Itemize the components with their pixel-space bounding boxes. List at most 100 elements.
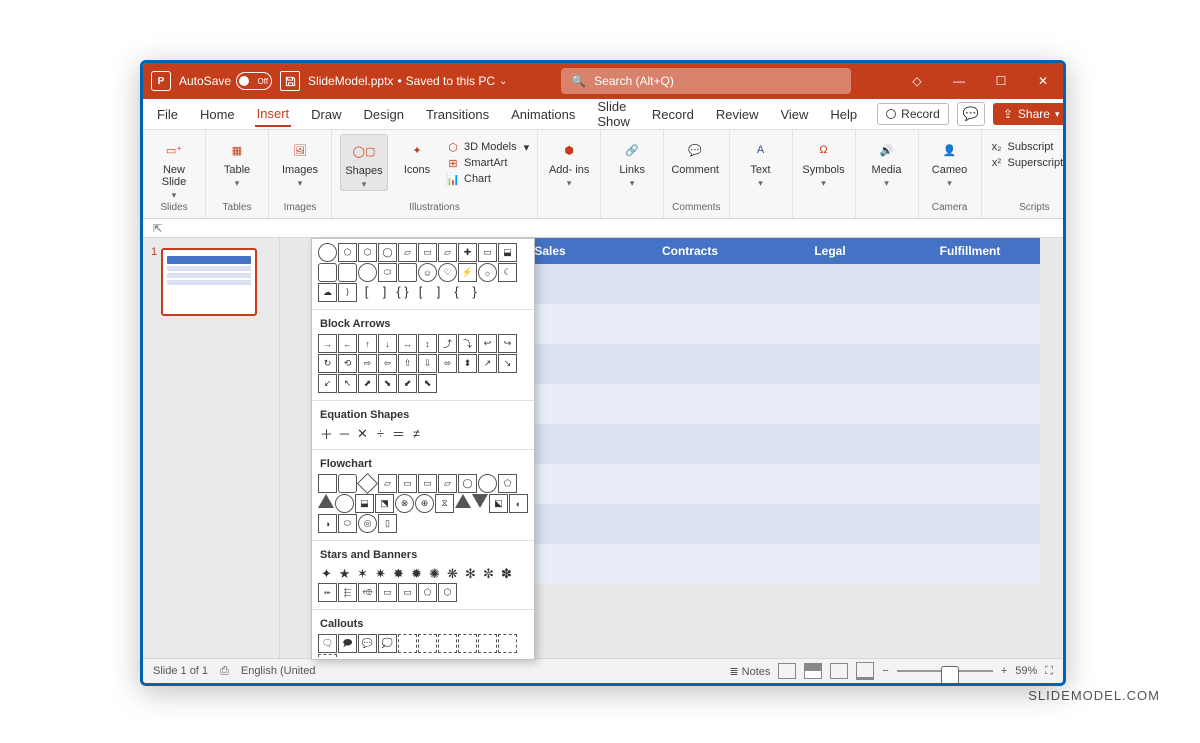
shape-item[interactable]: ✼ — [480, 565, 497, 582]
shape-item[interactable]: ♡ — [438, 263, 457, 282]
shape-item[interactable]: ÷ — [372, 425, 389, 442]
comments-button[interactable]: 💬 — [957, 102, 985, 126]
share-button[interactable]: ⇪Share▾ — [993, 103, 1066, 125]
comment-button[interactable]: 💬Comment — [672, 134, 718, 176]
tab-draw[interactable]: Draw — [309, 103, 343, 126]
shape-item[interactable]: ⬠ — [418, 583, 437, 602]
close-button[interactable]: ✕ — [1031, 69, 1055, 93]
shape-item[interactable] — [438, 634, 457, 653]
addins-button[interactable]: ⬢Add- ins▾ — [546, 134, 592, 189]
shape-item[interactable]: { — [448, 283, 465, 300]
3d-models-button[interactable]: ⬡3D Models ▾ — [446, 140, 529, 154]
shape-item[interactable] — [318, 263, 337, 282]
shape-item[interactable]: ▭ — [398, 474, 417, 493]
ribbon-display-icon[interactable]: ◇ — [905, 69, 929, 93]
shape-item[interactable]: ▭ — [418, 474, 437, 493]
record-button[interactable]: Record — [877, 103, 949, 125]
tab-record[interactable]: Record — [650, 103, 696, 126]
shape-item[interactable]: ⟲ — [338, 354, 357, 373]
shape-item[interactable]: ◯ — [378, 243, 397, 262]
shape-item[interactable]: ↑ — [358, 334, 377, 353]
shape-item[interactable]: ⬔ — [375, 494, 394, 513]
shape-item[interactable] — [498, 634, 517, 653]
shape-item[interactable]: ▭ — [398, 583, 417, 602]
shape-item[interactable]: ⬓ — [355, 494, 374, 513]
shape-item[interactable]: ＋ — [318, 425, 335, 442]
collapse-ribbon-icon[interactable]: ⇱ — [153, 222, 162, 235]
shape-item[interactable]: ↙ — [318, 374, 337, 393]
tab-help[interactable]: Help — [828, 103, 859, 126]
shape-item[interactable]: ⤴ — [438, 334, 457, 353]
shape-item[interactable] — [335, 494, 354, 513]
tab-animations[interactable]: Animations — [509, 103, 577, 126]
shape-item[interactable]: ↗ — [478, 354, 497, 373]
shape-item[interactable]: ✸ — [390, 565, 407, 582]
cameo-button[interactable]: 👤Cameo▾ — [927, 134, 973, 189]
tab-home[interactable]: Home — [198, 103, 237, 126]
search-input[interactable]: 🔍 Search (Alt+Q) — [561, 68, 851, 94]
shape-item[interactable] — [418, 634, 437, 653]
shape-item[interactable]: ★ — [336, 565, 353, 582]
shape-item[interactable]: ☁ — [318, 283, 337, 302]
shape-item[interactable]: ◯ — [458, 474, 477, 493]
shape-item[interactable]: 💭 — [378, 634, 397, 653]
shape-item[interactable]: ↓ — [378, 334, 397, 353]
shape-item[interactable]: ✹ — [408, 565, 425, 582]
shape-item[interactable]: ⬄ — [438, 354, 457, 373]
shape-item[interactable]: ⬠ — [338, 243, 357, 262]
icons-button[interactable]: ✦Icons — [394, 134, 440, 176]
shape-item[interactable]: { } — [394, 283, 411, 300]
shape-item[interactable]: ⧖ — [435, 494, 454, 513]
shape-item[interactable]: ✽ — [498, 565, 515, 582]
sorter-view-icon[interactable] — [804, 663, 822, 679]
shape-item[interactable]: ▱ — [438, 474, 457, 493]
tab-review[interactable]: Review — [714, 103, 761, 126]
shape-item[interactable] — [398, 634, 417, 653]
shape-item[interactable]: ⬭ — [338, 514, 357, 533]
shape-item[interactable]: ▭ — [418, 243, 437, 262]
shape-item[interactable]: ⬱ — [338, 583, 357, 602]
shape-item[interactable] — [358, 263, 377, 282]
shape-item[interactable]: ✷ — [372, 565, 389, 582]
tab-insert[interactable]: Insert — [255, 102, 292, 127]
shape-item[interactable]: ❋ — [444, 565, 461, 582]
shape-item[interactable]: ✻ — [462, 565, 479, 582]
shape-item[interactable]: ✕ — [354, 425, 371, 442]
shape-item[interactable]: ⬊ — [378, 374, 397, 393]
shape-item[interactable]: ↘ — [498, 354, 517, 373]
tab-view[interactable]: View — [778, 103, 810, 126]
shape-item[interactable]: ⇩ — [418, 354, 437, 373]
links-button[interactable]: 🔗Links▾ — [609, 134, 655, 189]
shape-item[interactable]: ✦ — [318, 565, 335, 582]
shape-item[interactable]: ▭ — [478, 243, 497, 262]
shape-item[interactable]: ↩ — [478, 334, 497, 353]
shape-item[interactable]: ＝ — [390, 425, 407, 442]
tab-file[interactable]: File — [155, 103, 180, 126]
images-button[interactable]: 🖼Images▾ — [277, 134, 323, 189]
shape-item[interactable]: 💬 — [358, 634, 377, 653]
shape-item[interactable] — [458, 634, 477, 653]
shape-item[interactable] — [318, 654, 337, 660]
shape-item[interactable]: 🗩 — [338, 634, 357, 653]
shape-item[interactable] — [455, 494, 471, 508]
shape-item[interactable]: ⬈ — [358, 374, 377, 393]
new-slide-button[interactable]: ▭⁺New Slide▾ — [151, 134, 197, 201]
shape-item[interactable]: ☼ — [478, 263, 497, 282]
shape-item[interactable] — [318, 474, 337, 493]
shape-item[interactable]: ◐ — [509, 494, 528, 513]
shape-item[interactable]: ⬲ — [358, 583, 377, 602]
shape-item[interactable] — [338, 474, 357, 493]
shape-item[interactable]: [ — [412, 283, 429, 300]
shape-item[interactable]: ✚ — [458, 243, 477, 262]
shape-item[interactable]: ▱ — [378, 474, 397, 493]
shape-item[interactable]: ⬕ — [489, 494, 508, 513]
shape-item[interactable]: ] — [430, 283, 447, 300]
shape-item[interactable]: ◎ — [358, 514, 377, 533]
shape-item[interactable]: ✺ — [426, 565, 443, 582]
shape-item[interactable]: 🗨 — [318, 634, 337, 653]
superscript-button[interactable]: x²Superscript — [990, 156, 1064, 170]
shape-item[interactable] — [398, 263, 417, 282]
shape-item[interactable]: ⬓ — [498, 243, 517, 262]
media-button[interactable]: 🔊Media▾ — [864, 134, 910, 189]
table-button[interactable]: ▦Table▾ — [214, 134, 260, 189]
